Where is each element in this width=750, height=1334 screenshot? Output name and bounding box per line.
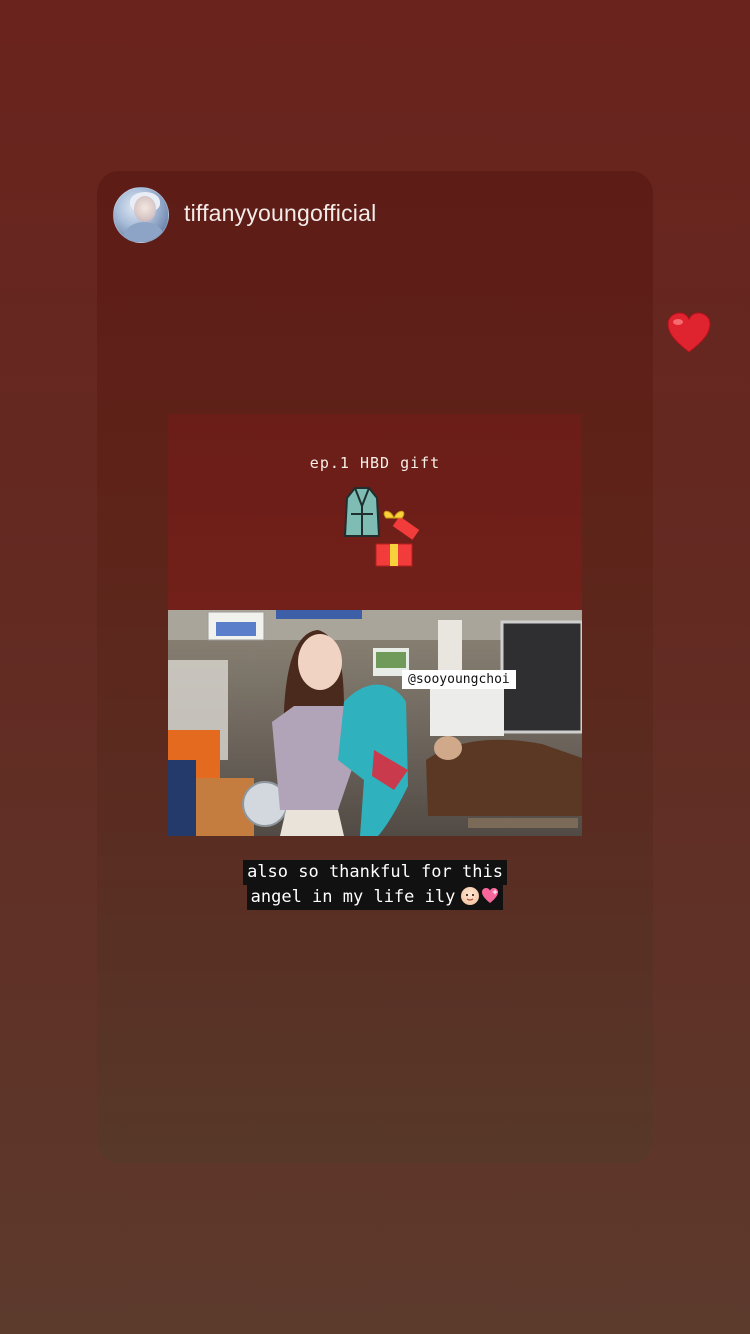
caption-line-2: angel in my life ily bbox=[250, 887, 456, 907]
baby-face-icon bbox=[461, 887, 480, 905]
post-title: ep.1 HBD gift bbox=[309, 454, 441, 472]
sparkling-heart-icon bbox=[481, 887, 499, 905]
caption-line-2-box: angel in my life ily bbox=[246, 885, 504, 910]
photo-scene bbox=[168, 610, 582, 836]
post-photo[interactable] bbox=[168, 610, 582, 836]
caption-line-1: also so thankful for this bbox=[243, 860, 507, 885]
caption: also so thankful for this angel in my li… bbox=[0, 860, 750, 910]
user-mention-sticker[interactable]: @sooyoungchoi bbox=[402, 670, 516, 689]
gift-box-icon bbox=[375, 510, 420, 567]
username[interactable]: tiffanyyoungofficial bbox=[184, 200, 376, 227]
red-heart-icon[interactable] bbox=[665, 310, 713, 358]
profile-avatar[interactable] bbox=[113, 187, 169, 243]
post-title-panel: ep.1 HBD gift bbox=[168, 414, 582, 610]
